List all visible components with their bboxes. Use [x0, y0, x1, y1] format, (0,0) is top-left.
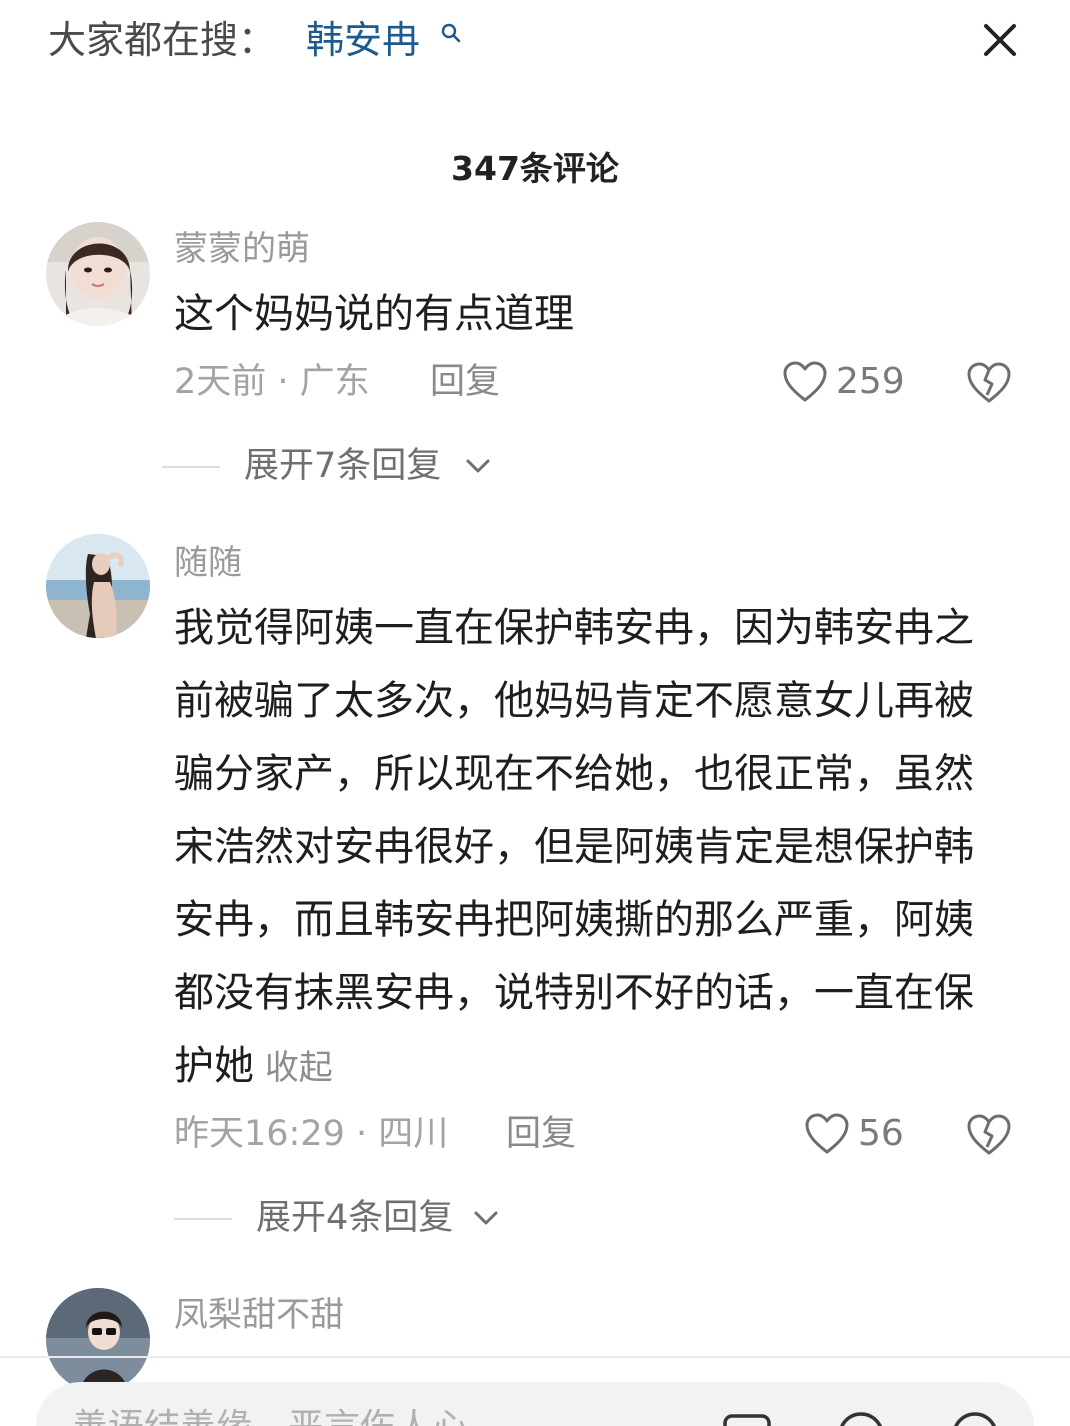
chevron-down-icon: [466, 459, 490, 473]
at-icon[interactable]: [834, 1408, 888, 1426]
like-count: 56: [858, 1113, 904, 1154]
comment-username[interactable]: 蒙蒙的萌: [174, 226, 310, 272]
comment-username[interactable]: 凤梨甜不甜: [174, 1292, 344, 1338]
reply-button[interactable]: 回复: [506, 1110, 576, 1158]
like-count: 259: [836, 361, 905, 402]
bottom-divider: [0, 1356, 1070, 1358]
comment-text: 这个妈妈说的有点道理: [174, 291, 574, 337]
comment-body: 我觉得阿姨一直在保护韩安冉，因为韩安冉之前被骗了太多次，他妈妈肯定不愿意女儿再被…: [174, 605, 974, 1089]
search-hint-bar: 大家都在搜： 韩安冉: [0, 0, 1070, 90]
close-icon[interactable]: [974, 14, 1026, 66]
expand-replies-label: 展开7条回复: [244, 446, 442, 486]
comments-count-title: 347条评论: [451, 149, 619, 188]
comment-username[interactable]: 随随: [174, 540, 242, 586]
expand-divider: [174, 1218, 232, 1220]
comment-text: 我觉得阿姨一直在保护韩安冉，因为韩安冉之前被骗了太多次，他妈妈肯定不愿意女儿再被…: [174, 592, 994, 1105]
collapse-label: 收起: [264, 1048, 333, 1088]
chevron-down-icon: [474, 1211, 498, 1225]
comment-input[interactable]: 善语结善缘，恶言伤人心: [36, 1382, 1034, 1426]
broken-heart-icon[interactable]: [966, 360, 1012, 406]
broken-heart-icon[interactable]: [966, 1112, 1012, 1158]
search-icon[interactable]: [440, 22, 462, 44]
like-button[interactable]: 56: [804, 1110, 924, 1158]
collapse-button[interactable]: 收起: [254, 1048, 333, 1088]
avatar[interactable]: [46, 222, 150, 326]
expand-replies-button[interactable]: 展开7条回复: [162, 442, 502, 490]
emoji-icon[interactable]: [948, 1408, 1002, 1426]
avatar[interactable]: [46, 534, 150, 638]
heart-icon: [783, 361, 827, 402]
comments-page: 大家都在搜： 韩安冉 347条评论 蒙蒙的萌 这个妈妈说的有点道理 2天前 · …: [0, 0, 1070, 1426]
like-button[interactable]: 259: [782, 358, 922, 406]
search-hint-prefix: 大家都在搜：: [48, 18, 277, 62]
avatar[interactable]: [46, 1288, 150, 1392]
comment-input-placeholder: 善语结善缘，恶言伤人心: [72, 1404, 468, 1426]
expand-replies-label: 展开4条回复: [256, 1198, 454, 1238]
comment-meta: 昨天16:29 · 四川: [174, 1114, 449, 1154]
comment-meta: 2天前 · 广东: [174, 362, 370, 402]
image-icon[interactable]: [720, 1408, 774, 1426]
expand-divider: [162, 466, 220, 468]
expand-replies-button[interactable]: 展开4条回复: [174, 1194, 514, 1242]
heart-icon: [805, 1113, 849, 1154]
search-hint-term[interactable]: 韩安冉: [306, 14, 420, 66]
reply-button[interactable]: 回复: [430, 358, 500, 406]
